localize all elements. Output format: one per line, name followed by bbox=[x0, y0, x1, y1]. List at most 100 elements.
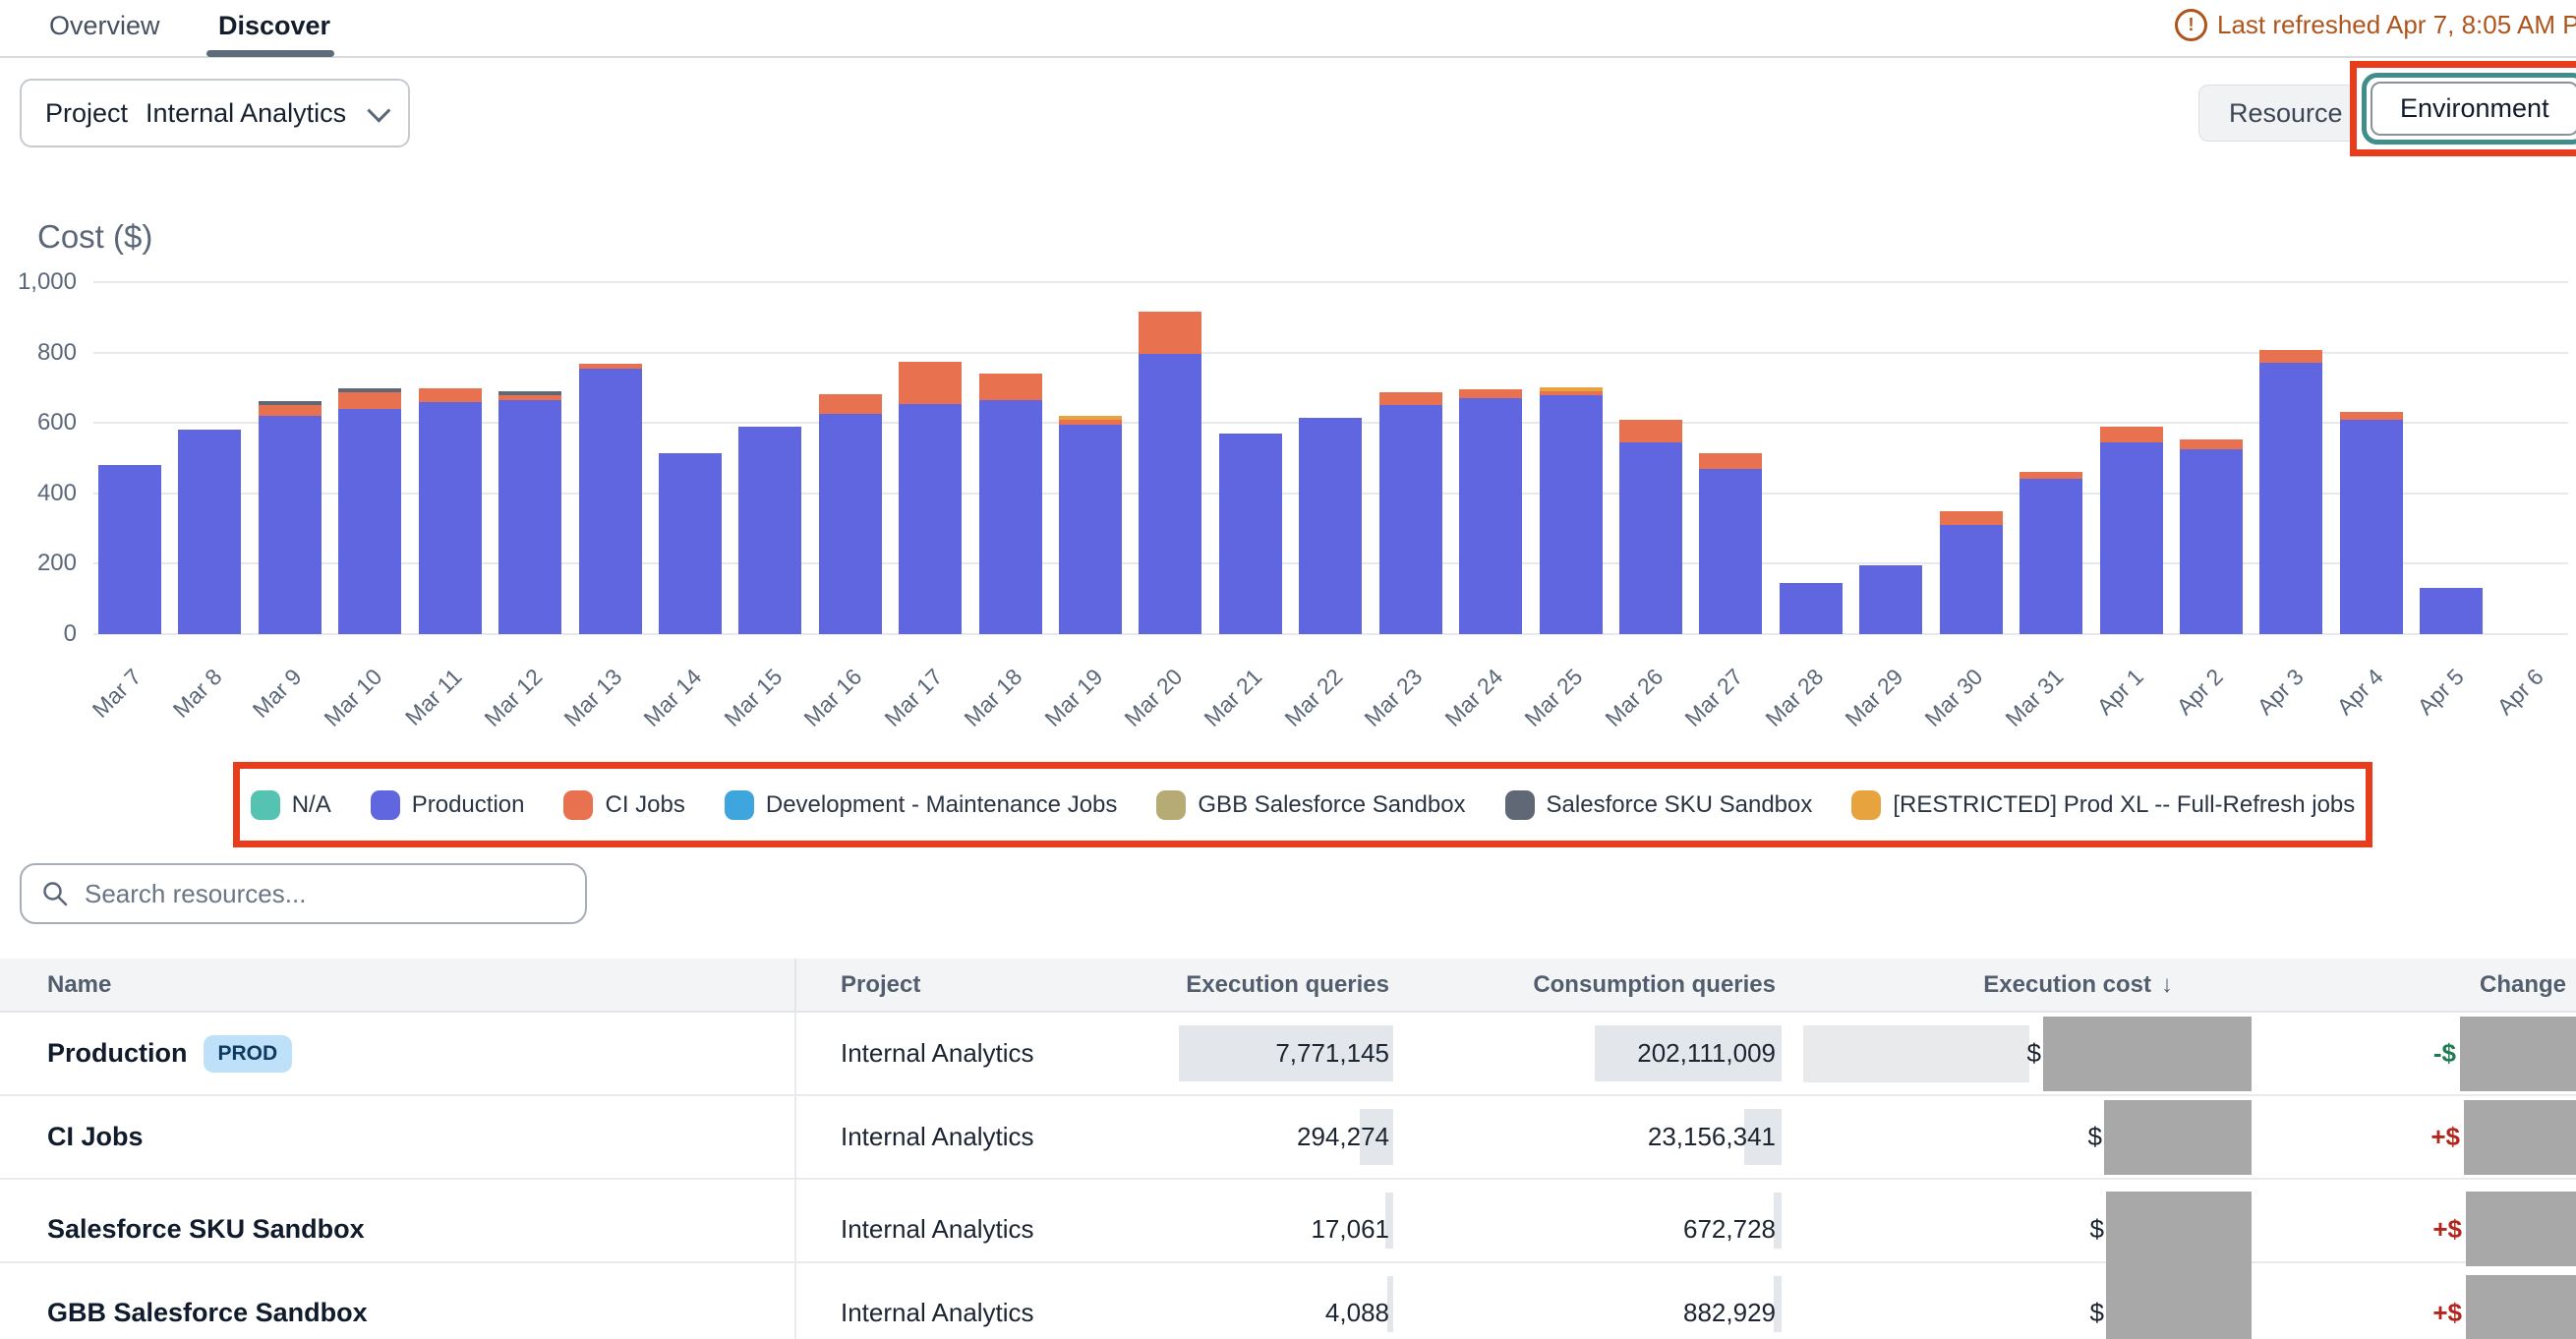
bar-segment[interactable] bbox=[1459, 398, 1522, 634]
bar-segment[interactable] bbox=[498, 400, 561, 634]
bar-segment[interactable] bbox=[1619, 420, 1682, 442]
bar-segment[interactable] bbox=[1699, 469, 1762, 634]
tab-discover[interactable]: Discover bbox=[218, 11, 330, 41]
search-input[interactable] bbox=[83, 878, 539, 910]
bar-segment[interactable] bbox=[819, 414, 882, 634]
bar-segment[interactable] bbox=[1139, 354, 1201, 634]
column-header-consumption-queries[interactable]: Consumption queries bbox=[1411, 959, 1799, 1011]
bar-segment[interactable] bbox=[579, 369, 642, 634]
table-row[interactable]: CI JobsInternal Analytics294,27423,156,3… bbox=[0, 1096, 2576, 1180]
bar-segment[interactable] bbox=[2340, 412, 2403, 420]
bar-segment[interactable] bbox=[819, 394, 882, 414]
project-filter-dropdown[interactable]: Project Internal Analytics bbox=[20, 79, 410, 147]
x-axis-tick-label: Mar 14 bbox=[639, 664, 708, 732]
legend-item[interactable]: CI Jobs bbox=[563, 790, 684, 820]
bar-segment[interactable] bbox=[899, 362, 962, 404]
bar-segment[interactable] bbox=[2100, 427, 2163, 442]
table-row[interactable]: ProductionPRODInternal Analytics7,771,14… bbox=[0, 1013, 2576, 1096]
environment-focus-ring: Environment bbox=[2362, 73, 2576, 145]
redacted-value-box bbox=[2460, 1017, 2576, 1091]
bar-segment[interactable] bbox=[979, 400, 1042, 634]
x-axis-tick-label: Mar 20 bbox=[1119, 664, 1188, 732]
legend-item[interactable]: GBB Salesforce Sandbox bbox=[1156, 790, 1465, 820]
redacted-value-box bbox=[2464, 1100, 2576, 1175]
x-axis-tick-label: Mar 8 bbox=[167, 664, 227, 724]
warning-circle-icon: ! bbox=[2175, 9, 2207, 41]
bar-mar-8 bbox=[178, 430, 241, 634]
bar-segment[interactable] bbox=[419, 402, 482, 634]
prod-badge: PROD bbox=[204, 1035, 293, 1073]
column-header-execution-cost[interactable]: Execution cost↓ bbox=[1799, 959, 2271, 1011]
bar-segment[interactable] bbox=[1780, 583, 1843, 634]
bar-segment[interactable] bbox=[2180, 449, 2243, 634]
x-axis-tick-label: Mar 29 bbox=[1840, 664, 1908, 732]
legend-item[interactable]: [RESTRICTED] Prod XL -- Full-Refresh job… bbox=[1851, 790, 2355, 820]
bar-segment[interactable] bbox=[1859, 565, 1922, 634]
legend-item[interactable]: Salesforce SKU Sandbox bbox=[1505, 790, 1813, 820]
column-header-name[interactable]: Name bbox=[0, 959, 796, 1011]
bar-segment[interactable] bbox=[2259, 363, 2322, 634]
bar-segment[interactable] bbox=[2020, 472, 2082, 479]
legend-label: GBB Salesforce Sandbox bbox=[1198, 791, 1465, 819]
bar-segment[interactable] bbox=[2340, 420, 2403, 634]
redacted-value-box bbox=[2106, 1252, 2252, 1339]
bar-segment[interactable] bbox=[2420, 588, 2483, 634]
column-header-project[interactable]: Project bbox=[796, 959, 1121, 1011]
legend-swatch-icon bbox=[563, 790, 593, 820]
bar-mar-23 bbox=[1379, 392, 1442, 634]
y-axis-tick-label: 600 bbox=[0, 408, 77, 437]
table-row[interactable]: GBB Salesforce SandboxInternal Analytics… bbox=[0, 1263, 2576, 1339]
bar-segment[interactable] bbox=[1059, 425, 1122, 634]
bar-mar-25 bbox=[1540, 387, 1603, 634]
legend-item[interactable]: N/A bbox=[251, 790, 331, 820]
bar-segment[interactable] bbox=[1299, 418, 1362, 634]
bar-segment[interactable] bbox=[98, 465, 161, 634]
legend-label: CI Jobs bbox=[605, 791, 684, 819]
bar-mar-27 bbox=[1699, 453, 1762, 634]
tab-overview[interactable]: Overview bbox=[49, 11, 160, 41]
bar-segment[interactable] bbox=[2180, 439, 2243, 449]
discover-page: Overview Discover ! Last refreshed Apr 7… bbox=[0, 0, 2576, 1339]
legend-item[interactable]: Production bbox=[371, 790, 525, 820]
bar-segment[interactable] bbox=[178, 430, 241, 634]
bar-segment[interactable] bbox=[259, 416, 322, 634]
bar-segment[interactable] bbox=[1619, 442, 1682, 634]
bar-segment[interactable] bbox=[2259, 350, 2322, 363]
bar-segment[interactable] bbox=[659, 453, 722, 634]
cell-name: ProductionPROD bbox=[0, 1013, 796, 1094]
bar-segment[interactable] bbox=[1219, 434, 1282, 634]
table-body: ProductionPRODInternal Analytics7,771,14… bbox=[0, 1013, 2576, 1339]
bar-segment[interactable] bbox=[1379, 392, 1442, 405]
bar-segment[interactable] bbox=[419, 388, 482, 402]
bar-segment[interactable] bbox=[1540, 395, 1603, 634]
bar-segment[interactable] bbox=[2100, 442, 2163, 634]
change-sign: +$ bbox=[2432, 1214, 2462, 1245]
search-box[interactable] bbox=[20, 863, 587, 924]
environment-annotation-box: Environment bbox=[2350, 61, 2576, 156]
bar-segment[interactable] bbox=[2020, 479, 2082, 634]
bar-segment[interactable] bbox=[979, 374, 1042, 400]
bar-segment[interactable] bbox=[1699, 453, 1762, 469]
x-axis-tick-label: Mar 30 bbox=[1920, 664, 1989, 732]
bar-segment[interactable] bbox=[738, 427, 801, 634]
x-axis-tick-label: Mar 12 bbox=[479, 664, 548, 732]
bar-segment[interactable] bbox=[1940, 525, 2003, 634]
cell-project: Internal Analytics bbox=[796, 1263, 1121, 1339]
bar-segment[interactable] bbox=[1459, 389, 1522, 398]
bar-segment[interactable] bbox=[1379, 405, 1442, 634]
group-by-environment-button[interactable]: Environment bbox=[2371, 82, 2576, 136]
bar-segment[interactable] bbox=[1940, 511, 2003, 525]
column-header-label: Execution cost bbox=[1983, 971, 2151, 999]
column-header-execution-queries[interactable]: Execution queries bbox=[1121, 959, 1411, 1011]
bar-segment[interactable] bbox=[338, 409, 401, 634]
legend-label: [RESTRICTED] Prod XL -- Full-Refresh job… bbox=[1893, 791, 2355, 819]
bar-segment[interactable] bbox=[259, 405, 322, 416]
y-axis-tick-label: 200 bbox=[0, 549, 77, 578]
bar-segment[interactable] bbox=[338, 392, 401, 409]
group-by-resource-button[interactable]: Resource bbox=[2198, 85, 2373, 142]
consumption-queries-value: 202,111,009 bbox=[1637, 1038, 1776, 1069]
bar-segment[interactable] bbox=[1139, 312, 1201, 354]
bar-segment[interactable] bbox=[899, 404, 962, 634]
column-header-change[interactable]: Change bbox=[2271, 959, 2576, 1011]
legend-item[interactable]: Development - Maintenance Jobs bbox=[725, 790, 1118, 820]
